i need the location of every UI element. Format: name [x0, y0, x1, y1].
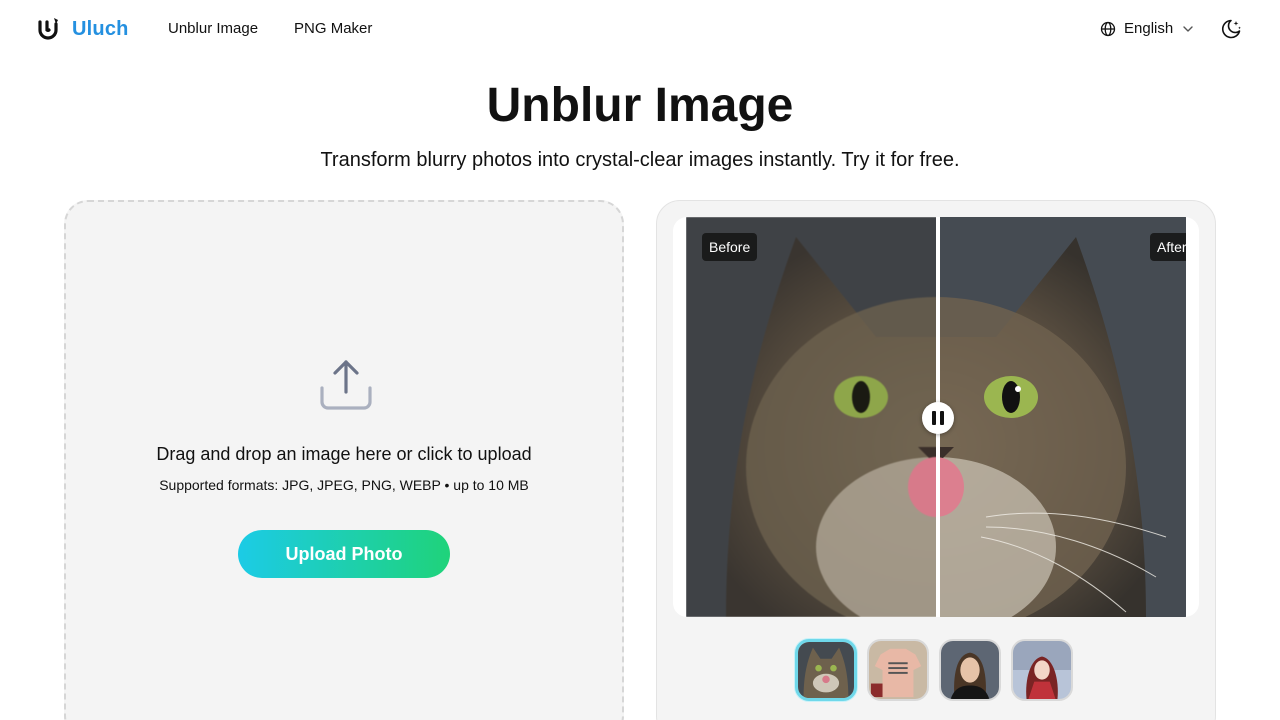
upload-dropzone[interactable]: Drag and drop an image here or click to … — [64, 200, 624, 720]
brand-logo[interactable]: Uluch — [36, 16, 129, 42]
page-title: Unblur Image — [486, 79, 794, 132]
main-nav: Unblur Image PNG Maker — [168, 20, 372, 37]
upload-icon — [320, 360, 372, 410]
comparison-frame: Before After — [673, 217, 1199, 617]
upload-photo-button[interactable]: Upload Photo — [238, 530, 450, 578]
nav-png-maker[interactable]: PNG Maker — [294, 20, 372, 37]
sample-thumbnails — [795, 639, 1073, 701]
page-subtitle: Transform blurry photos into crystal-cle… — [320, 149, 960, 171]
after-image — [938, 217, 1186, 617]
globe-icon — [1100, 21, 1116, 36]
before-image — [686, 217, 938, 617]
comparison-view[interactable]: Before After — [686, 217, 1186, 617]
moon-stars-icon[interactable] — [1220, 18, 1242, 40]
thumbnail-cat[interactable] — [795, 639, 857, 701]
chevron-down-icon — [1183, 25, 1193, 32]
brand-name: Uluch — [72, 17, 129, 40]
thumbnail-woman-portrait[interactable] — [939, 639, 1001, 701]
top-header: Uluch Unblur Image PNG Maker English — [0, 0, 1280, 60]
magnet-logo-icon — [38, 18, 58, 40]
after-label: After — [1150, 233, 1186, 261]
language-label: English — [1124, 20, 1174, 37]
before-label: Before — [702, 233, 758, 261]
thumbnail-anime-girl[interactable] — [1011, 639, 1073, 701]
supported-formats: Supported formats: JPG, JPEG, PNG, WEBP … — [159, 477, 529, 493]
before-after-panel: Before After — [656, 200, 1216, 720]
language-selector[interactable]: English — [1100, 20, 1195, 37]
pause-icon[interactable] — [922, 402, 954, 434]
thumbnail-t-shirt[interactable] — [867, 639, 929, 701]
dropzone-instructions: Drag and drop an image here or click to … — [156, 444, 532, 464]
nav-unblur-image[interactable]: Unblur Image — [168, 20, 258, 37]
